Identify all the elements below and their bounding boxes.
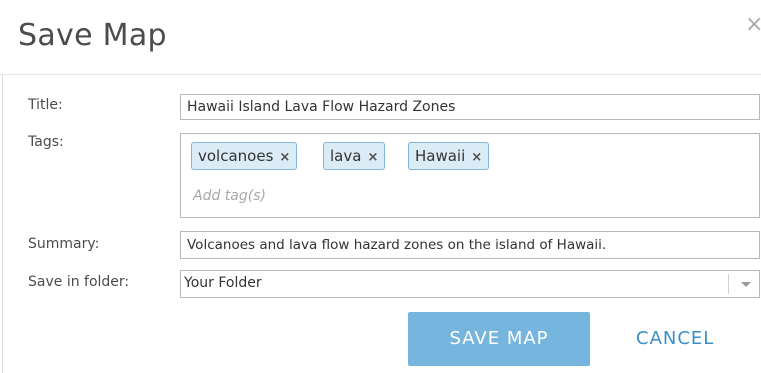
summary-label: Summary: bbox=[28, 236, 100, 252]
folder-select[interactable]: Your Folder bbox=[180, 270, 760, 298]
folder-label: Save in folder: bbox=[28, 274, 130, 290]
tag-chip-volcanoes: volcanoes × bbox=[191, 142, 298, 171]
chevron-down-icon[interactable] bbox=[741, 282, 751, 287]
close-icon[interactable]: × bbox=[745, 14, 761, 36]
summary-input[interactable] bbox=[180, 231, 760, 259]
tags-input[interactable]: volcanoes × lava × Hawaii × Add tag(s) bbox=[180, 133, 760, 218]
tag-label: lava bbox=[330, 147, 362, 165]
tag-label: Hawaii bbox=[415, 147, 466, 165]
cancel-button[interactable]: CANCEL bbox=[636, 312, 714, 366]
select-divider bbox=[728, 274, 729, 294]
tag-remove-icon[interactable]: × bbox=[279, 145, 290, 171]
tags-label: Tags: bbox=[28, 134, 64, 150]
save-map-dialog: Save Map × Title: Tags: volcanoes × lava ×… bbox=[0, 0, 761, 373]
tags-placeholder: Add tag(s) bbox=[193, 188, 266, 204]
header-divider bbox=[0, 74, 761, 75]
title-input[interactable] bbox=[180, 94, 760, 120]
title-label: Title: bbox=[28, 97, 63, 113]
save-map-button[interactable]: SAVE MAP bbox=[408, 312, 590, 366]
tag-chip-lava: lava × bbox=[323, 142, 386, 171]
tag-chip-hawaii: Hawaii × bbox=[408, 142, 490, 171]
tag-label: volcanoes bbox=[198, 147, 274, 165]
tag-remove-icon[interactable]: × bbox=[471, 145, 482, 171]
folder-selected-value: Your Folder bbox=[184, 275, 262, 291]
dialog-title: Save Map bbox=[18, 18, 167, 53]
tag-remove-icon[interactable]: × bbox=[367, 145, 378, 171]
dialog-left-border bbox=[2, 75, 3, 373]
